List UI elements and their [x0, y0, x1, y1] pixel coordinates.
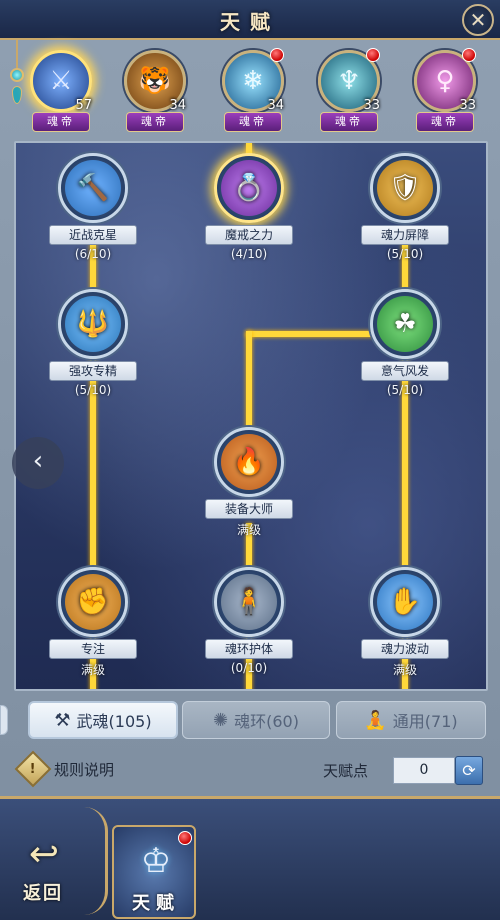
tab-label: 通用(71) — [392, 712, 458, 731]
armored-figure-icon: ♔ — [140, 841, 172, 881]
tab-martial-soul[interactable]: ⚒ 武魂(105) — [28, 701, 178, 739]
notification-dot — [366, 48, 380, 62]
talent-node-ring-guard[interactable]: 🧍 魂环护体 (0/10) — [205, 567, 293, 677]
back-button[interactable]: ↩ 返回 — [10, 835, 76, 913]
meditate-icon: 🧘 — [364, 709, 387, 731]
talent-name: 装备大师 — [205, 499, 293, 519]
talent-name: 近战克星 — [49, 225, 137, 245]
talent-name: 意气风发 — [361, 361, 449, 381]
previous-page-button[interactable]: ‹ — [12, 437, 64, 489]
talent-progress: (4/10) — [230, 247, 268, 261]
close-icon: ✕ — [469, 8, 487, 32]
tab-edge-decoration — [0, 705, 8, 735]
spirit-rank-badge: 魂帝 — [416, 112, 474, 132]
app-frame: 天赋 ✕ ⚔ 57 魂帝 🐯 34 魂帝 ❄ 34 魂帝 ♆ 33 魂帝 ♀ 3… — [0, 0, 500, 920]
talent-points-label: 天赋点 — [323, 762, 369, 780]
tab-label: 魂环(60) — [234, 712, 299, 731]
fist-icon: ✊ — [65, 574, 121, 630]
hammer-icon: 🔨 — [65, 160, 121, 216]
header-bar: 天赋 ✕ — [0, 0, 500, 40]
talent-progress: (5/10) — [386, 383, 424, 397]
rules-link[interactable]: ! 规则说明 — [14, 750, 115, 788]
talent-nav-label: 天赋 — [132, 893, 180, 914]
talent-node-spirit[interactable]: ☘ 意气风发 (5/10) — [361, 289, 449, 399]
tab-label: 武魂(105) — [76, 712, 152, 731]
talent-node-barrier[interactable]: 🛡 魂力屏障 (5/10) — [361, 153, 449, 263]
talent-name: 强攻专精 — [49, 361, 137, 381]
page-title: 天赋 — [220, 10, 280, 34]
talent-progress: (5/10) — [386, 247, 424, 261]
tab-soul-ring[interactable]: ✺ 魂环(60) — [182, 701, 330, 739]
spirit-level: 33 — [363, 98, 380, 113]
talent-name: 魂环护体 — [205, 639, 293, 659]
talent-points-value: 0 — [393, 757, 455, 784]
spirit-slot-5[interactable]: ♀ 33 魂帝 — [410, 48, 480, 134]
ring-icon: ✺ — [213, 709, 229, 731]
talent-node-attack[interactable]: 🔱 强攻专精 (5/10) — [49, 289, 137, 399]
talent-name: 魂力波动 — [361, 639, 449, 659]
demon-ring-icon: 💍 — [221, 160, 277, 216]
talent-progress: 满级 — [236, 523, 261, 537]
fire-figure-icon: 🔥 — [221, 434, 277, 490]
talent-progress: (5/10) — [74, 383, 112, 397]
hammer-icon: ⚒ — [54, 709, 71, 731]
reset-button[interactable]: ⟳ — [455, 756, 483, 785]
talent-progress: (6/10) — [74, 247, 112, 261]
spirit-level: 33 — [459, 98, 476, 113]
chevron-left-icon: ‹ — [32, 446, 44, 476]
talent-tree-panel: 🔨 近战克星 (6/10) 💍 魔戒之力 (4/10) 🛡 魂力屏障 (5/10… — [14, 141, 488, 691]
talent-node-demon-ring[interactable]: 💍 魔戒之力 (4/10) — [205, 153, 293, 263]
spirit-level: 34 — [267, 98, 284, 113]
category-tabs: ⚒ 武魂(105) ✺ 魂环(60) 🧘 通用(71) — [0, 697, 500, 743]
guard-figure-icon: 🧍 — [221, 574, 277, 630]
talent-nav-tab[interactable]: ♔ 天赋 — [112, 825, 196, 919]
spirit-level: 34 — [169, 98, 186, 113]
notification-dot — [462, 48, 476, 62]
talent-name: 专注 — [49, 639, 137, 659]
spirit-rank-badge: 魂帝 — [126, 112, 184, 132]
refresh-icon: ⟳ — [462, 761, 476, 780]
aura-figure-icon: ☘ — [377, 296, 433, 352]
spirit-rank-badge: 魂帝 — [32, 112, 90, 132]
spirit-slot-4[interactable]: ♆ 33 魂帝 — [314, 48, 384, 134]
spirit-slot-3[interactable]: ❄ 34 魂帝 — [218, 48, 288, 134]
talent-node-focus[interactable]: ✊ 专注 满级 — [49, 567, 137, 677]
talent-progress: (0/10) — [230, 661, 268, 675]
close-button[interactable]: ✕ — [462, 4, 494, 36]
spirit-rank-badge: 魂帝 — [320, 112, 378, 132]
talent-node-melee[interactable]: 🔨 近战克星 (6/10) — [49, 153, 137, 263]
bottom-bar: ↩ 返回 ♔ 天赋 — [0, 796, 500, 920]
spirit-slot-2[interactable]: 🐯 34 魂帝 — [120, 48, 190, 134]
notification-dot — [178, 831, 192, 845]
trident-icon: 🔱 — [65, 296, 121, 352]
rules-label: 规则说明 — [54, 760, 115, 779]
spirit-selector: ⚔ 57 魂帝 🐯 34 魂帝 ❄ 34 魂帝 ♆ 33 魂帝 ♀ 33 魂帝 — [0, 42, 500, 134]
spirit-slot-1[interactable]: ⚔ 57 魂帝 — [26, 48, 96, 134]
shield-icon: 🛡 — [377, 160, 433, 216]
tab-general[interactable]: 🧘 通用(71) — [336, 701, 486, 739]
bow-decoration — [84, 807, 108, 915]
talent-name: 魂力屏障 — [361, 225, 449, 245]
return-arrow-icon: ↩ — [28, 834, 60, 875]
talent-node-equip[interactable]: 🔥 装备大师 满级 — [205, 427, 293, 537]
back-label: 返回 — [23, 883, 63, 904]
talent-name: 魔戒之力 — [205, 225, 293, 245]
talent-progress: 满级 — [80, 663, 105, 677]
notification-dot — [270, 48, 284, 62]
talent-node-wave[interactable]: ✋ 魂力波动 满级 — [361, 567, 449, 677]
talent-progress: 满级 — [392, 663, 417, 677]
hand-wave-icon: ✋ — [377, 574, 433, 630]
spirit-rank-badge: 魂帝 — [224, 112, 282, 132]
spirit-level: 57 — [75, 98, 92, 113]
exclamation-icon: ! — [14, 750, 52, 788]
